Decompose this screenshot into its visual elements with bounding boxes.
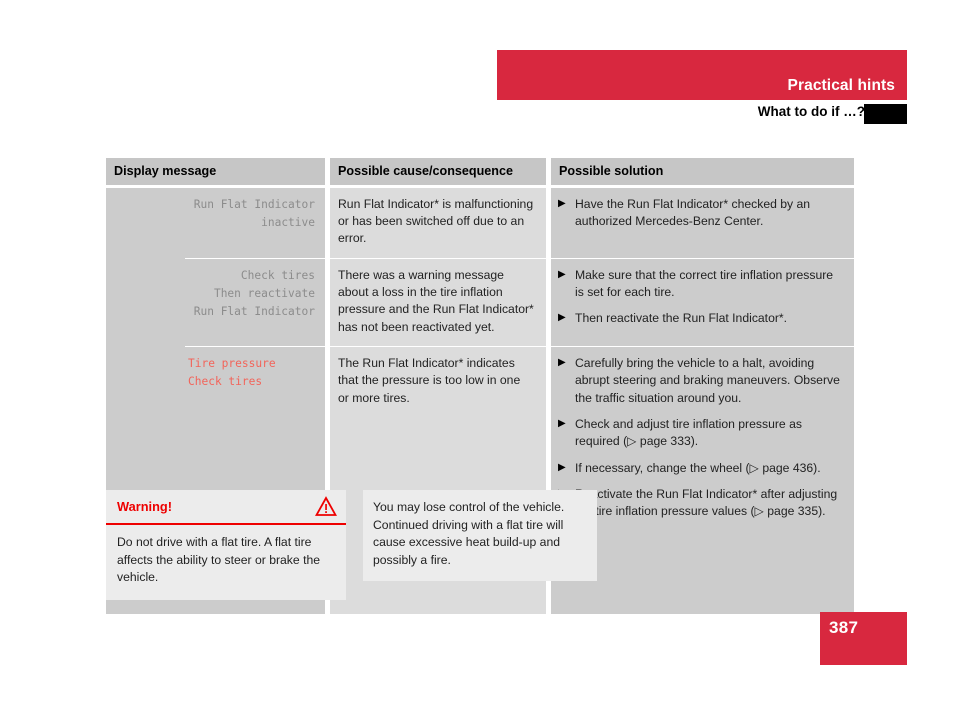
row-divider-left (106, 257, 325, 259)
section-tab-marker (864, 104, 907, 124)
column-header-display-message: Display message (106, 158, 325, 185)
bullet-triangle-icon: ▶ (558, 268, 566, 280)
chapter-header-bar: Practical hints (497, 50, 907, 100)
warning-title: Warning! (117, 499, 172, 514)
solution-text: Make sure that the correct tire inflatio… (575, 267, 834, 300)
warning-box: Warning! Do not drive with a flat tire. … (106, 490, 346, 601)
solution-text: Have the Run Flat Indicator* checked by … (575, 196, 811, 229)
display-message-cell: Check tires Then reactivate Run Flat Ind… (106, 258, 325, 347)
solution-bullet: ▶ Then reactivate the Run Flat Indicator… (558, 310, 844, 327)
solution-bullet: ▶ Check and adjust tire inflation pressu… (558, 416, 844, 451)
page-number-box: 387 (820, 612, 907, 665)
solution-bullet: ▶ Make sure that the correct tire inflat… (558, 267, 844, 302)
possible-cause-cell: Run Flat Indicator* is malfunctioning or… (330, 187, 546, 258)
table-row: Run Flat Indicator inactive Run Flat Ind… (106, 187, 854, 258)
chapter-title: Practical hints (787, 77, 895, 94)
bullet-triangle-icon: ▶ (558, 197, 566, 209)
possible-solution-cell: ▶ Have the Run Flat Indicator* checked b… (551, 187, 854, 258)
bullet-triangle-icon: ▶ (558, 312, 566, 324)
solution-bullet: ▶ Reactivate the Run Flat Indicator* aft… (558, 486, 844, 521)
possible-cause-cell: There was a warning message about a loss… (330, 258, 546, 347)
note-box: You may lose control of the vehicle. Con… (363, 490, 597, 581)
bullet-triangle-icon: ▶ (558, 357, 566, 369)
section-title: What to do if …? (757, 104, 865, 119)
warning-triangle-icon (314, 496, 338, 517)
solution-text: Carefully bring the vehicle to a halt, a… (575, 356, 840, 405)
solution-bullet: ▶ Have the Run Flat Indicator* checked b… (558, 196, 844, 231)
solution-text: Check and adjust tire inflation pressure… (575, 417, 802, 449)
page-number: 387 (829, 618, 859, 637)
warning-body-text: Do not drive with a flat tire. A flat ti… (117, 535, 321, 585)
table-header-row: Display message Possible cause/consequen… (106, 158, 854, 185)
warning-header: Warning! (106, 490, 346, 523)
solution-text: Then reactivate the Run Flat Indicator*. (575, 311, 788, 326)
solution-text: If necessary, change the wheel (▷ page 4… (575, 460, 821, 475)
display-message-cell: Run Flat Indicator inactive (106, 187, 325, 258)
bullet-triangle-icon: ▶ (558, 461, 566, 473)
bullet-triangle-icon: ▶ (558, 418, 566, 430)
section-header: What to do if …? (497, 104, 907, 126)
solution-bullet: ▶ If necessary, change the wheel (▷ page… (558, 460, 844, 477)
possible-solution-cell: ▶ Make sure that the correct tire inflat… (551, 258, 854, 347)
column-header-possible-solution: Possible solution (551, 158, 854, 185)
solution-bullet: ▶ Carefully bring the vehicle to a halt,… (558, 355, 844, 407)
column-header-possible-cause: Possible cause/consequence (330, 158, 546, 185)
solution-text: Reactivate the Run Flat Indicator* after… (575, 487, 838, 519)
row-divider-left (106, 346, 325, 348)
table-row: Check tires Then reactivate Run Flat Ind… (106, 258, 854, 347)
